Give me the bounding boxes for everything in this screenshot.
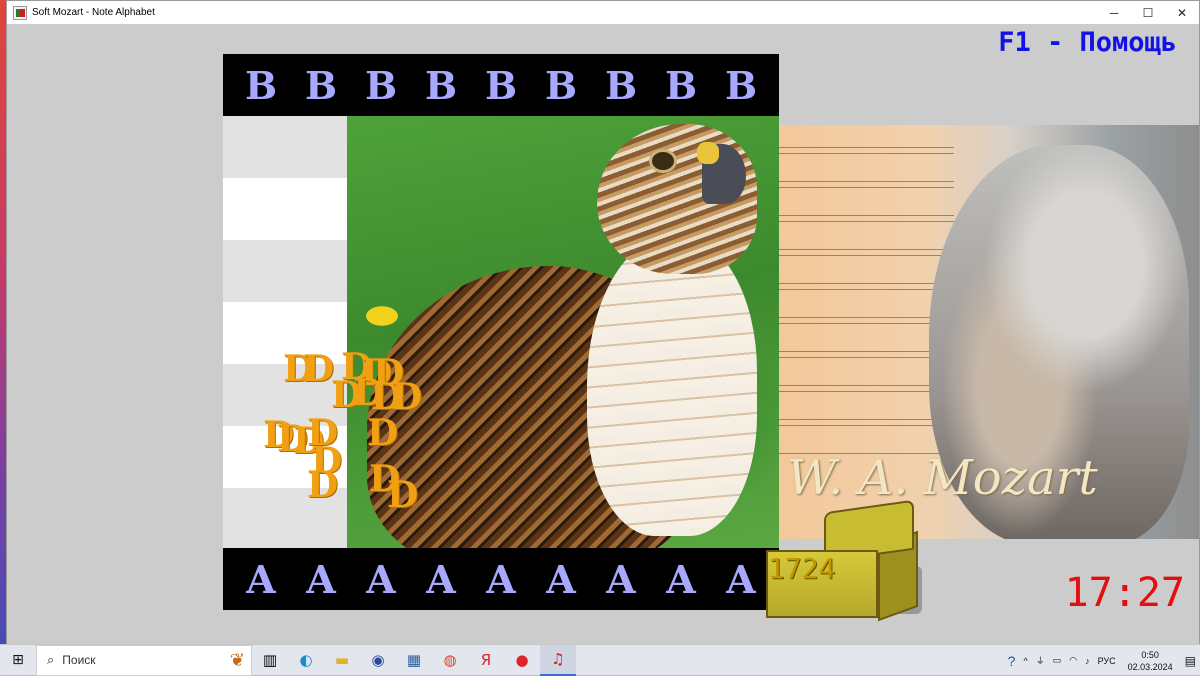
- help-icon[interactable]: ?: [1008, 653, 1016, 669]
- game-board[interactable]: BBBBBBBBB AAAAAAAAA: [223, 54, 779, 610]
- staff-stripe: [223, 178, 347, 240]
- maximize-button[interactable]: ☐: [1131, 1, 1165, 24]
- yandex-browser-icon[interactable]: ●: [504, 645, 540, 676]
- soft-mozart-taskbar-icon[interactable]: ♫: [540, 644, 576, 676]
- language-indicator[interactable]: РУС: [1098, 656, 1116, 666]
- task-view-icon[interactable]: ▥: [252, 645, 288, 676]
- staff-stripe: [223, 302, 347, 364]
- bottom-note-row: AAAAAAAAA: [223, 548, 779, 610]
- note-tile-bottom[interactable]: A: [414, 557, 468, 602]
- game-timer: 17:27: [1064, 570, 1185, 616]
- note-tile-top[interactable]: B: [654, 63, 708, 108]
- top-note-row: BBBBBBBBB: [223, 54, 779, 116]
- app-icon-1[interactable]: ◉: [360, 645, 396, 676]
- score-counter: 1724: [768, 552, 836, 585]
- taskbar-search-input[interactable]: ⌕ Поиск ❦: [36, 644, 252, 676]
- note-tile-bottom[interactable]: A: [714, 557, 768, 602]
- staff-stripe: [223, 240, 347, 302]
- note-tile-bottom[interactable]: A: [654, 557, 708, 602]
- note-tile-top[interactable]: B: [714, 63, 768, 108]
- usb-icon[interactable]: ⏚: [1036, 654, 1045, 667]
- note-tile-top[interactable]: B: [234, 63, 288, 108]
- eagle-picture: [347, 116, 779, 548]
- volume-icon[interactable]: ♪: [1085, 656, 1090, 666]
- note-tile-bottom[interactable]: A: [294, 557, 348, 602]
- search-icon: ⌕: [47, 652, 55, 667]
- note-tile-bottom[interactable]: A: [474, 557, 528, 602]
- minimize-button[interactable]: ─: [1097, 1, 1131, 24]
- note-tile-bottom[interactable]: A: [534, 557, 588, 602]
- eagle-cere: [697, 142, 719, 164]
- treasure-chest: 1724: [762, 499, 922, 622]
- chrome-icon[interactable]: ◍: [432, 645, 468, 676]
- note-tile-top[interactable]: B: [354, 63, 408, 108]
- staff-stripe: [223, 116, 347, 178]
- notifications-icon[interactable]: ▤: [1185, 654, 1196, 668]
- music-score-background: [779, 125, 954, 455]
- title-bar: Soft Mozart - Note Alphabet ─ ☐ ✕: [7, 1, 1199, 24]
- app-window: Soft Mozart - Note Alphabet ─ ☐ ✕ F1 - П…: [6, 0, 1200, 644]
- system-clock[interactable]: 0:50 02.03.2024: [1128, 649, 1173, 673]
- system-time: 0:50: [1141, 649, 1159, 660]
- help-hint[interactable]: F1 - Помощь: [998, 27, 1177, 58]
- window-title: Soft Mozart - Note Alphabet: [32, 7, 155, 18]
- eagle-eye: [652, 152, 674, 170]
- note-tile-bottom[interactable]: A: [354, 557, 408, 602]
- mozart-portrait: W. A. Mozart: [779, 125, 1199, 539]
- system-date: 02.03.2024: [1127, 661, 1173, 672]
- butterfly-icon: ❦: [229, 649, 245, 670]
- note-tile-top[interactable]: B: [534, 63, 588, 108]
- wifi-icon[interactable]: ◠: [1069, 655, 1077, 666]
- search-placeholder: Поиск: [62, 653, 96, 667]
- calculator-icon[interactable]: ▦: [396, 645, 432, 676]
- edge-icon[interactable]: ◐: [288, 645, 324, 676]
- file-explorer-icon[interactable]: ▬: [324, 645, 360, 676]
- close-button[interactable]: ✕: [1165, 1, 1199, 24]
- system-tray: ? ^ ⏚ ▭ ◠ ♪ РУС 0:50 02.03.2024 ▤: [1004, 645, 1200, 676]
- note-tile-top[interactable]: B: [294, 63, 348, 108]
- note-tile-top[interactable]: B: [474, 63, 528, 108]
- chevron-up-icon[interactable]: ^: [1023, 656, 1027, 666]
- eagle-chest: [587, 236, 757, 536]
- staff-stripe: [223, 488, 347, 550]
- battery-icon[interactable]: ▭: [1053, 655, 1062, 666]
- note-tile-top[interactable]: B: [414, 63, 468, 108]
- mozart-signature: W. A. Mozart: [787, 450, 1098, 506]
- yandex-icon[interactable]: Я: [468, 645, 504, 676]
- taskbar: ⊞ ⌕ Поиск ❦ ▥ ◐ ▬ ◉ ▦ ◍ Я ● ♫ ? ^ ⏚ ▭ ◠ …: [0, 644, 1200, 676]
- note-tile-bottom[interactable]: A: [594, 557, 648, 602]
- staff-stripe: [223, 426, 347, 488]
- note-tile-bottom[interactable]: A: [234, 557, 288, 602]
- staff-stripe: [223, 364, 347, 426]
- app-logo-icon: [13, 5, 27, 20]
- staff-lines: [223, 116, 347, 550]
- windows-start-icon[interactable]: ⊞: [0, 645, 36, 676]
- note-tile-top[interactable]: B: [594, 63, 648, 108]
- game-area[interactable]: F1 - Помощь BBBBBBBBB AAAAAAAAA DDDDDDDD…: [7, 24, 1199, 644]
